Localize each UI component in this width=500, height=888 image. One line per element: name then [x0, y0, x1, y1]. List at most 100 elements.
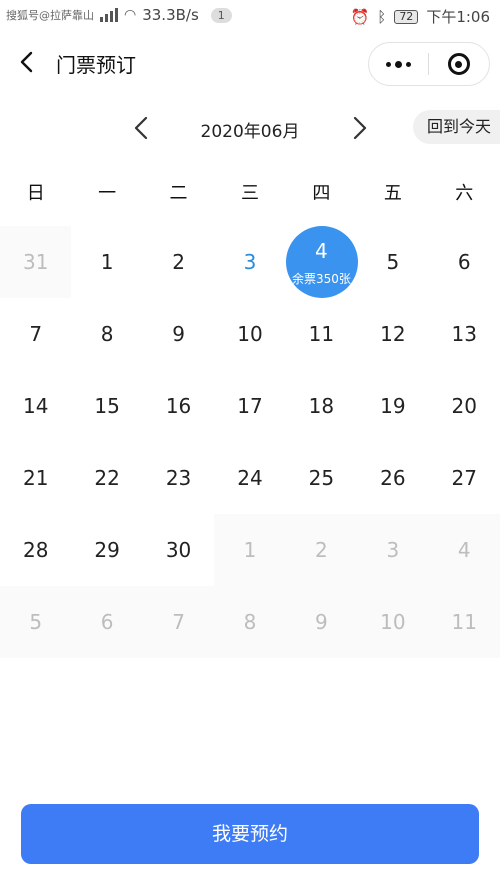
calendar-day-today[interactable]: 3: [214, 226, 285, 298]
book-button[interactable]: 我要预约: [21, 804, 479, 864]
remaining-tickets-label: 余票350张: [291, 272, 351, 286]
calendar-day[interactable]: 14: [0, 370, 71, 442]
back-button[interactable]: [14, 48, 42, 76]
day-number: 10: [380, 610, 406, 634]
calendar-day[interactable]: 29: [71, 514, 142, 586]
day-number: 8: [243, 610, 257, 634]
calendar-day[interactable]: 9: [143, 298, 214, 370]
back-to-today-button[interactable]: 回到今天: [413, 110, 500, 144]
calendar-day[interactable]: 20: [429, 370, 500, 442]
calendar-day-outside: 3: [357, 514, 429, 586]
day-number: 15: [94, 394, 120, 418]
weekday-label: 日: [26, 183, 45, 204]
alarm-icon: ⏰: [350, 7, 370, 26]
calendar-day[interactable]: 16: [143, 370, 214, 442]
nav-bar: 门票预订: [0, 34, 500, 94]
calendar-day[interactable]: 23: [143, 442, 214, 514]
calendar-day[interactable]: 24: [214, 442, 285, 514]
calendar-day-outside: 10: [357, 586, 429, 658]
calendar-day-outside: 2: [285, 514, 358, 586]
calendar-day[interactable]: 27: [429, 442, 500, 514]
calendar-day-outside: 6: [71, 586, 143, 658]
chevron-left-icon: [134, 116, 148, 140]
day-number: 19: [380, 394, 406, 418]
day-number: 31: [22, 250, 49, 274]
calendar-day[interactable]: 11: [286, 298, 357, 370]
status-bar: 搜狐号@拉萨靠山 ◠ 33.3B/s 1 ⏰ ᛒ 72 下午1:06: [0, 0, 500, 34]
calendar-day[interactable]: 8: [71, 298, 142, 370]
day-number: 3: [243, 250, 257, 274]
day-number: 22: [94, 466, 120, 490]
target-close-icon: [447, 53, 470, 75]
calendar-day[interactable]: 15: [71, 370, 142, 442]
weekday-label: 五: [383, 183, 402, 204]
calendar-day[interactable]: 10: [214, 298, 285, 370]
day-number: 6: [100, 610, 114, 634]
calendar-week-row: 7 8 9 10 11 12 13: [0, 298, 500, 370]
calendar-day[interactable]: 2: [143, 226, 214, 298]
day-number: 4: [315, 239, 328, 263]
calendar-day-outside: 9: [285, 586, 358, 658]
day-number: 16: [165, 394, 192, 418]
calendar-day[interactable]: 6: [429, 226, 500, 298]
calendar-day[interactable]: 5: [357, 226, 428, 298]
signal-icon: [100, 8, 118, 22]
calendar-day[interactable]: 26: [357, 442, 428, 514]
calendar-day[interactable]: 18: [286, 370, 357, 442]
day-number: 11: [451, 610, 477, 634]
day-number: 2: [315, 538, 328, 562]
calendar-week-row: 21 22 23 24 25 26 27: [0, 442, 500, 514]
calendar-day-outside: 11: [428, 586, 500, 658]
mini-program-capsule: [368, 42, 490, 86]
calendar-day[interactable]: 30: [143, 514, 214, 586]
day-number: 8: [100, 322, 114, 346]
calendar-day-selected[interactable]: 4 余票350张: [285, 226, 358, 298]
calendar-day[interactable]: 7: [0, 298, 71, 370]
day-number: 29: [94, 538, 120, 562]
calendar-day[interactable]: 25: [286, 442, 357, 514]
day-number: 9: [315, 610, 328, 634]
day-number: 1: [100, 250, 114, 274]
more-button[interactable]: [369, 43, 428, 85]
day-number: 3: [386, 538, 400, 562]
day-number: 9: [172, 322, 185, 346]
calendar-day[interactable]: 17: [214, 370, 285, 442]
calendar-day-outside: 5: [0, 586, 72, 658]
calendar-day[interactable]: 22: [71, 442, 142, 514]
calendar-day[interactable]: 13: [429, 298, 500, 370]
day-number: 17: [237, 394, 263, 418]
day-number: 6: [457, 250, 471, 274]
month-header: 2020年06月 回到今天: [0, 100, 500, 156]
carrier-label: 搜狐号@拉萨靠山: [6, 9, 94, 22]
day-number: 10: [237, 322, 263, 346]
prev-month-button[interactable]: [128, 114, 156, 142]
calendar-week-row: 31 1 2 3 4 余票350张 5 6: [0, 226, 500, 298]
clock-time: 下午1:06: [426, 8, 490, 26]
close-button[interactable]: [429, 43, 488, 85]
day-number: 12: [380, 322, 406, 346]
calendar-day[interactable]: 28: [0, 514, 71, 586]
notification-badge: 1: [210, 7, 232, 23]
calendar-day[interactable]: 19: [357, 370, 428, 442]
calendar-day-outside: 8: [214, 586, 286, 658]
calendar-day[interactable]: 21: [0, 442, 71, 514]
day-number: 25: [308, 466, 335, 490]
calendar-day[interactable]: 1: [71, 226, 142, 298]
day-number: 2: [172, 250, 185, 274]
calendar-day-outside: 4: [428, 514, 500, 586]
next-month-button[interactable]: [345, 114, 373, 142]
day-number: 26: [380, 466, 406, 490]
day-number: 14: [22, 394, 49, 418]
day-number: 13: [451, 322, 477, 346]
page-title: 门票预订: [56, 53, 136, 77]
weekday-label: 一: [98, 183, 117, 204]
day-number: 23: [165, 466, 192, 490]
day-number: 4: [457, 538, 471, 562]
calendar-day-outside: 7: [142, 586, 215, 658]
month-label: 2020年06月: [200, 122, 300, 142]
day-number: 20: [451, 394, 477, 418]
calendar-grid: 31 1 2 3 4 余票350张 5 6 7 8 9 10 11 12 13 14 15 16 17 18 19 20 2…: [0, 226, 500, 658]
calendar-day[interactable]: 12: [357, 298, 428, 370]
bluetooth-icon: ᛒ: [377, 7, 387, 26]
day-number: 18: [308, 394, 335, 418]
